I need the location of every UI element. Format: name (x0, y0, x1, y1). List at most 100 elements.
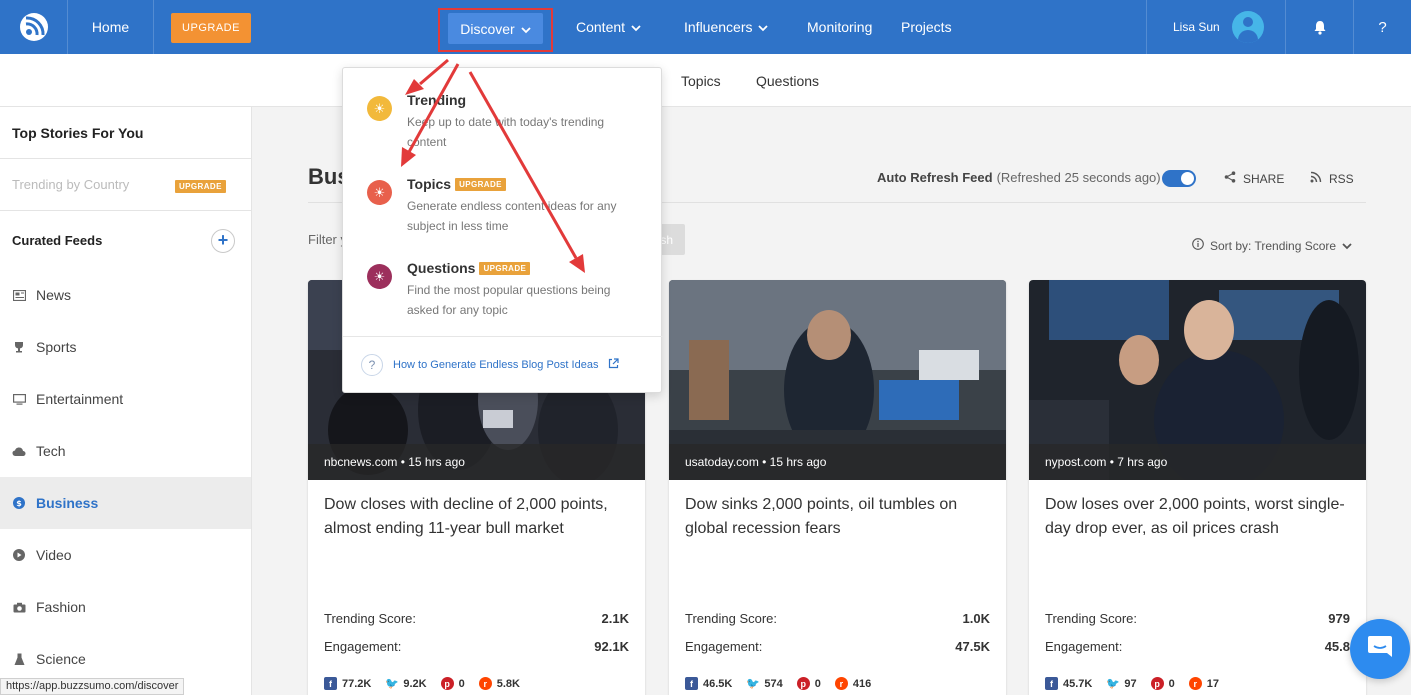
trending-sun-icon: ☀ (367, 96, 392, 121)
social-stats: f 77.2K 🐦 9.2K p0 r 5.8K (324, 677, 534, 690)
upgrade-badge: UPGRADE (175, 180, 226, 193)
article-source: usatoday.com • 15 hrs ago (669, 444, 1006, 480)
sidebar-top-stories[interactable]: Top Stories For You (0, 107, 251, 159)
twitter-icon: 🐦 (385, 678, 399, 690)
nav-influencers[interactable]: Influencers (684, 0, 769, 54)
reddit-count: 5.8K (496, 677, 520, 690)
article-title[interactable]: Dow sinks 2,000 points, oil tumbles on g… (685, 493, 990, 541)
sidebar-item-business[interactable]: $ Business (0, 477, 251, 529)
menu-item-trending[interactable]: ☀ Trending Keep up to date with today's … (343, 92, 663, 176)
menu-item-topics[interactable]: ☀ Topics UPGRADE Generate endless conten… (343, 176, 663, 260)
engagement-value: 92.1K (594, 639, 629, 654)
chevron-down-icon (758, 19, 769, 35)
twitter-icon: 🐦 (746, 678, 760, 690)
reddit-count: 17 (1206, 677, 1219, 690)
user-menu[interactable]: Lisa Sun (1146, 0, 1286, 54)
menu-item-title-text: Questions (407, 260, 476, 276)
tab-topics[interactable]: Topics (681, 54, 721, 107)
pinterest-count: 0 (458, 677, 465, 690)
tab-questions[interactable]: Questions (756, 54, 819, 107)
trending-score-value: 1.0K (962, 611, 990, 626)
trending-score-value: 979 (1328, 611, 1350, 626)
pinterest-count: 0 (1168, 677, 1175, 690)
buzzsumo-logo-icon[interactable] (0, 0, 68, 54)
chevron-down-icon (521, 21, 531, 37)
menu-item-title: Topics UPGRADE (407, 176, 506, 192)
chevron-down-icon (631, 19, 641, 35)
auto-refresh-title: Auto Refresh Feed (877, 170, 993, 185)
twitter-count: 574 (764, 677, 783, 690)
help-link[interactable]: ? How to Generate Endless Blog Post Idea… (361, 354, 620, 376)
rss-label: RSS (1329, 171, 1354, 186)
engagement-row: Engagement: 45.8 (1045, 639, 1350, 654)
bell-icon[interactable] (1286, 0, 1354, 54)
article-image[interactable]: nypost.com • 7 hrs ago (1029, 280, 1366, 480)
sidebar-item-tech[interactable]: Tech (0, 425, 251, 477)
add-feed-button[interactable]: + (211, 229, 235, 253)
menu-item-title: Trending (407, 92, 466, 108)
upgrade-badge: UPGRADE (455, 177, 506, 191)
flask-icon (12, 652, 26, 666)
trending-score-row: Trending Score: 979 (1045, 611, 1350, 626)
divider (343, 336, 663, 337)
dollar-icon: $ (12, 496, 26, 510)
nav-monitoring[interactable]: Monitoring (807, 0, 872, 54)
rss-button[interactable]: RSS (1310, 171, 1354, 186)
menu-item-desc: Find the most popular questions being as… (407, 283, 611, 317)
question-mark-icon: ? (361, 354, 383, 376)
info-icon (1192, 238, 1204, 253)
article-image[interactable]: usatoday.com • 15 hrs ago (669, 280, 1006, 480)
nav-discover[interactable]: Discover (448, 13, 543, 44)
menu-item-questions[interactable]: ☀ Questions UPGRADE Find the most popula… (343, 260, 663, 344)
sidebar-item-entertainment[interactable]: Entertainment (0, 373, 251, 425)
sidebar-item-sports[interactable]: Sports (0, 321, 251, 373)
sidebar-trending-by-country[interactable]: Trending by Country UPGRADE (0, 159, 251, 211)
svg-text:$: $ (16, 499, 22, 508)
discover-subnav: Topics Questions (0, 54, 1411, 107)
article-source: nbcnews.com • 15 hrs ago (308, 444, 645, 480)
chat-icon (1367, 635, 1393, 664)
pinterest-icon: p (440, 677, 454, 690)
nav-content[interactable]: Content (576, 0, 641, 54)
share-label: SHARE (1243, 171, 1285, 186)
nav-influencers-label: Influencers (684, 19, 753, 35)
sidebar-item-video[interactable]: Video (0, 529, 251, 581)
article-title[interactable]: Dow closes with decline of 2,000 points,… (324, 493, 629, 541)
chevron-down-icon (1342, 239, 1352, 253)
discover-dropdown-menu: ☀ Trending Keep up to date with today's … (342, 67, 663, 393)
nav-content-label: Content (576, 19, 626, 35)
chat-launcher-button[interactable] (1350, 619, 1410, 679)
auto-refresh-toggle[interactable] (1162, 170, 1196, 187)
engagement-label: Engagement: (324, 639, 402, 654)
article-card[interactable]: usatoday.com • 15 hrs ago Dow sinks 2,00… (669, 280, 1006, 695)
sidebar-item-label: Fashion (36, 599, 86, 615)
facebook-icon: f (685, 677, 698, 690)
nav-projects[interactable]: Projects (901, 0, 952, 54)
auto-refresh-label: Auto Refresh Feed (Refreshed 25 seconds … (877, 170, 1161, 185)
article-title[interactable]: Dow loses over 2,000 points, worst singl… (1045, 493, 1350, 541)
article-card[interactable]: nypost.com • 7 hrs ago Dow loses over 2,… (1029, 280, 1366, 695)
sidebar-trending-label: Trending by Country (12, 177, 130, 192)
reddit-icon: r (834, 677, 848, 690)
trophy-icon (12, 340, 26, 354)
engagement-row: Engagement: 92.1K (324, 639, 629, 654)
upgrade-button[interactable]: UPGRADE (171, 13, 251, 43)
sidebar-item-fashion[interactable]: Fashion (0, 581, 251, 633)
pinterest-icon: p (1150, 677, 1164, 690)
menu-item-desc: Generate endless content ideas for any s… (407, 199, 617, 233)
sidebar-item-label: Video (36, 547, 72, 563)
sidebar-item-news[interactable]: News (0, 269, 251, 321)
share-button[interactable]: SHARE (1224, 171, 1284, 186)
browser-status-bar: https://app.buzzsumo.com/discover (0, 678, 185, 695)
sort-dropdown[interactable]: Sort by: Trending Score (1192, 238, 1352, 253)
user-name: Lisa Sun (1173, 20, 1220, 34)
article-source: nypost.com • 7 hrs ago (1029, 444, 1366, 480)
twitter-count: 9.2K (403, 677, 427, 690)
help-button[interactable]: ? (1354, 0, 1411, 54)
trending-score-label: Trending Score: (685, 611, 778, 626)
social-stats: f 46.5K 🐦 574 p0 r 416 (685, 677, 885, 690)
engagement-label: Engagement: (685, 639, 763, 654)
newspaper-icon (12, 288, 26, 302)
nav-home[interactable]: Home (68, 0, 154, 54)
pinterest-icon: p (796, 677, 810, 690)
